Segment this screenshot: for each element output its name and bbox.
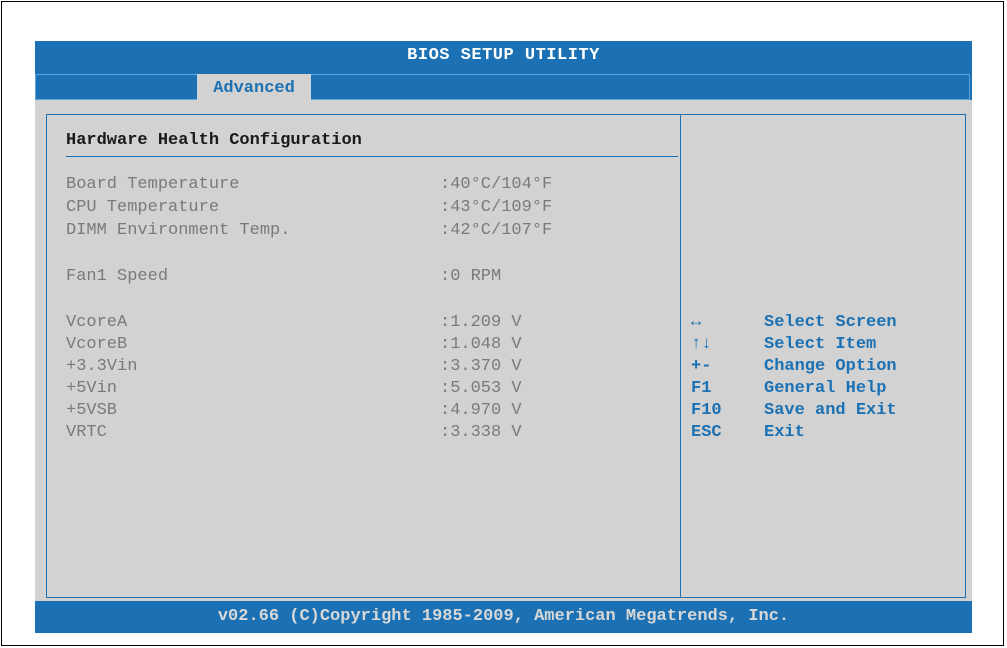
reading-label: Board Temperature: [66, 175, 240, 194]
help-key: F1: [691, 379, 712, 398]
reading-row-dimm-temperature: DIMM Environment Temp. :42°C/107°F: [66, 221, 666, 244]
reading-value: :42°C/107°F: [440, 221, 553, 240]
help-key: F10: [691, 401, 722, 420]
reading-label: +3.3Vin: [66, 357, 138, 376]
reading-value: :43°C/109°F: [440, 198, 553, 217]
help-desc: Select Screen: [764, 313, 897, 332]
section-divider: [66, 156, 678, 157]
reading-value: :3.338 V: [440, 423, 522, 442]
reading-value: :0 RPM: [440, 267, 502, 286]
reading-label: Fan1 Speed: [66, 267, 169, 286]
reading-row-3v3in: +3.3Vin :3.370 V: [66, 357, 666, 380]
help-row-exit: ESC Exit: [691, 423, 961, 445]
help-desc: Exit: [764, 423, 805, 442]
reading-label: CPU Temperature: [66, 198, 220, 217]
reading-label: VRTC: [66, 423, 107, 442]
help-desc: Save and Exit: [764, 401, 897, 420]
reading-value: :5.053 V: [440, 379, 522, 398]
reading-label: +5Vin: [66, 379, 118, 398]
help-key: +-: [691, 357, 712, 376]
copyright-footer: v02.66 (C)Copyright 1985-2009, American …: [35, 601, 972, 633]
main-area: Hardware Health Configuration Board Temp…: [35, 102, 972, 601]
help-desc: Select Item: [764, 335, 877, 354]
bios-title-bar: BIOS SETUP UTILITY: [35, 41, 972, 71]
left-right-arrow-icon: ↔: [691, 313, 702, 332]
reading-row-vrtc: VRTC :3.338 V: [66, 423, 666, 446]
reading-row-vcorea: VcoreA :1.209 V: [66, 313, 666, 336]
reading-row-cpu-temperature: CPU Temperature :43°C/109°F: [66, 198, 666, 221]
help-row-general-help: F1 General Help: [691, 379, 961, 401]
help-panel: ↔ Select Screen ↑↓ Select Item +- Change…: [681, 114, 966, 598]
bios-title: BIOS SETUP UTILITY: [407, 46, 600, 65]
reading-label: VcoreB: [66, 335, 128, 354]
reading-row-fan1-speed: Fan1 Speed :0 RPM: [66, 267, 666, 290]
up-down-arrow-icon: ↑↓: [691, 335, 712, 354]
reading-label: +5VSB: [66, 401, 118, 420]
reading-value: :3.370 V: [440, 357, 522, 376]
reading-value: :40°C/104°F: [440, 175, 553, 194]
reading-row-5vsb: +5VSB :4.970 V: [66, 401, 666, 424]
reading-value: :4.970 V: [440, 401, 522, 420]
tab-bar: Advanced: [35, 71, 972, 102]
help-key: ESC: [691, 423, 722, 442]
section-title: Hardware Health Configuration: [66, 131, 362, 150]
help-desc: General Help: [764, 379, 887, 398]
settings-panel: Hardware Health Configuration Board Temp…: [46, 114, 681, 598]
help-row-save-exit: F10 Save and Exit: [691, 401, 961, 423]
reading-label: DIMM Environment Temp.: [66, 221, 291, 240]
help-row-select-screen: ↔ Select Screen: [691, 313, 961, 335]
reading-value: :1.048 V: [440, 335, 522, 354]
tab-advanced[interactable]: Advanced: [197, 74, 311, 102]
reading-row-vcoreb: VcoreB :1.048 V: [66, 335, 666, 358]
help-desc: Change Option: [764, 357, 897, 376]
copyright-text: v02.66 (C)Copyright 1985-2009, American …: [217, 607, 790, 626]
reading-label: VcoreA: [66, 313, 128, 332]
help-row-change-option: +- Change Option: [691, 357, 961, 379]
reading-row-5vin: +5Vin :5.053 V: [66, 379, 666, 402]
help-row-select-item: ↑↓ Select Item: [691, 335, 961, 357]
reading-value: :1.209 V: [440, 313, 522, 332]
reading-row-board-temperature: Board Temperature :40°C/104°F: [66, 175, 666, 198]
